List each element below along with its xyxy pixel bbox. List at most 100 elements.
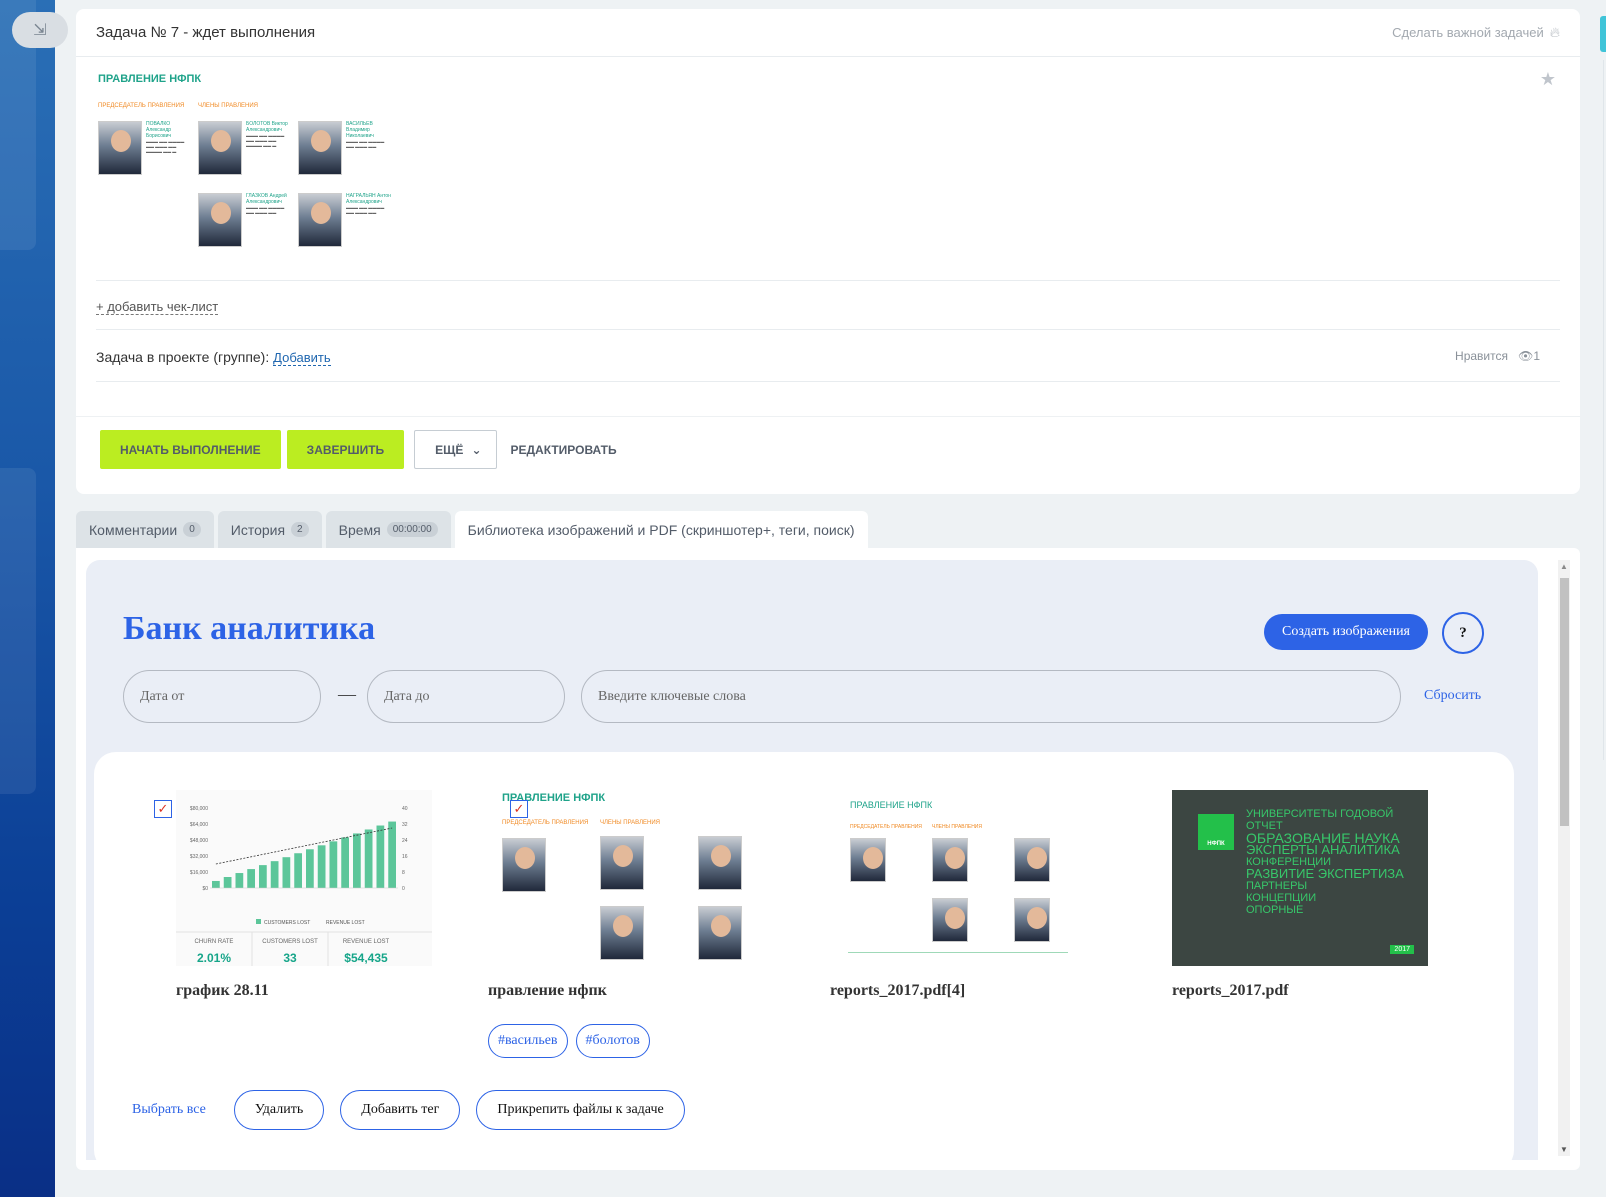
collapse-arrow-icon: ⇲ <box>33 22 47 39</box>
stat-label: REVENUE LOST <box>343 939 390 945</box>
left-sidebar <box>0 0 55 1197</box>
gallery-card[interactable]: ✓ $80,000 40 $64,000 32 $48,000 24 $32,000 16 $1… <box>154 790 432 1000</box>
checkmark-icon: ✓ <box>157 801 169 816</box>
task-description-image: ПРАВЛЕНИЕ НФПК ПРЕДСЕДАТЕЛЬ ПРАВЛЕНИЯ ЧЛ… <box>98 73 418 263</box>
start-task-button[interactable]: НАЧАТЬ ВЫПОЛНЕНИЕ <box>100 430 281 469</box>
person-name: БОЛОТОВ Виктор Александрович <box>246 121 288 133</box>
library-panel: Банк аналитика Создать изображения ? Дат… <box>76 548 1580 1170</box>
finish-task-button[interactable]: ЗАВЕРШИТЬ <box>286 430 405 469</box>
thumb-photo <box>600 836 644 890</box>
scroll-down-arrow-icon[interactable]: ▼ <box>1560 1145 1568 1154</box>
tab-image-library[interactable]: Библиотека изображений и PDF (скриншотер… <box>454 511 868 548</box>
divider <box>96 381 1560 382</box>
favorite-star-icon[interactable]: ★ <box>1540 69 1556 90</box>
task-title: Задача № 7 - ждет выполнения <box>96 24 316 41</box>
thumb-chairman-label: ПРЕДСЕДАТЕЛЬ ПРАВЛЕНИЯ <box>502 820 589 826</box>
more-button[interactable]: ЕЩЁ ⌄ <box>414 430 497 469</box>
thumb-chairman-label: ПРЕДСЕДАТЕЛЬ ПРАВЛЕНИЯ <box>850 824 922 830</box>
divider <box>76 416 1580 417</box>
gallery-card[interactable]: НФПК УНИВЕРСИТЕТЫ ГОДОВОЙ ОТЧЕТ ОБРАЗОВА… <box>1172 790 1428 1000</box>
chart-bar <box>306 849 314 888</box>
keywords-input[interactable]: Введите ключевые слова <box>581 670 1401 723</box>
tab-comments[interactable]: Комментарии 0 <box>76 511 214 548</box>
gallery-card[interactable]: ПРАВЛЕНИЕ НФПК ПРЕДСЕДАТЕЛЬ ПРАВЛЕНИЯ ЧЛ… <box>830 790 1086 1000</box>
task-card: Задача № 7 - ждет выполнения Сделать важ… <box>76 9 1580 494</box>
project-row: Задача в проекте (группе): Добавить <box>96 349 331 366</box>
gallery-card[interactable]: ✓ ПРАВЛЕНИЕ НФПК ПРЕДСЕДАТЕЛЬ ПРАВЛЕНИЯ … <box>488 790 744 1058</box>
edit-task-button[interactable]: РЕДАКТИРОВАТЬ <box>503 443 625 457</box>
reset-filter-link[interactable]: Сбросить <box>1424 688 1481 704</box>
y2-tick-label: 40 <box>402 806 408 812</box>
scrollbar-thumb[interactable] <box>1560 578 1569 826</box>
thumb-photo <box>698 836 742 890</box>
select-all-link[interactable]: Выбрать все <box>132 1102 206 1118</box>
thumb-photo <box>932 838 968 882</box>
divider <box>96 329 1560 330</box>
y2-tick-label: 16 <box>402 854 408 860</box>
date-separator: — <box>338 684 356 704</box>
attach-files-button[interactable]: Прикрепить файлы к задаче <box>476 1090 685 1130</box>
tab-counter: 2 <box>291 522 309 537</box>
scroll-up-arrow-icon[interactable]: ▲ <box>1560 562 1568 571</box>
thumb-members-label: ЧЛЕНЫ ПРАВЛЕНИЯ <box>600 820 661 826</box>
thumb-photo <box>1014 838 1050 882</box>
tab-time[interactable]: Время 00:00:00 <box>325 511 451 548</box>
chart-bar <box>223 877 232 888</box>
chart-bar <box>353 833 361 888</box>
tab-label: Время <box>338 521 381 538</box>
person-name: НАГРАЛЬЯН Антон Александрович <box>346 193 391 205</box>
help-button[interactable]: ? <box>1442 612 1484 654</box>
cover-word-cloud: УНИВЕРСИТЕТЫ ГОДОВОЙ ОТЧЕТ ОБРАЗОВАНИЕ Н… <box>1246 808 1426 916</box>
org-person: ГЛАЗКОВ Андрей Александрович ▬▬▬ ▬▬ ▬▬▬▬… <box>198 193 292 247</box>
library-scrollbar[interactable]: ▲ ▼ <box>1558 560 1570 1156</box>
tag-chip[interactable]: #васильев <box>488 1024 568 1058</box>
tab-history[interactable]: История 2 <box>217 511 322 548</box>
card-thumbnail[interactable]: ПРАВЛЕНИЕ НФПК ПРЕДСЕДАТЕЛЬ ПРАВЛЕНИЯ ЧЛ… <box>830 790 1086 966</box>
person-description: ▬▬▬ ▬▬ ▬▬▬▬ ▬▬ ▬▬▬ ▬▬ <box>346 139 385 149</box>
collapse-sidebar-button[interactable]: ⇲ <box>12 12 68 48</box>
create-images-button[interactable]: Создать изображения <box>1264 614 1428 650</box>
checkmark-icon: ✓ <box>513 801 525 816</box>
card-name: reports_2017.pdf[4] <box>830 982 966 999</box>
date-from-input[interactable]: Дата от <box>123 670 321 723</box>
churn-chart-thumbnail: $80,000 40 $64,000 32 $48,000 24 $32,000 16 $16,… <box>176 790 432 966</box>
cover-word: УНИВЕРСИТЕТЫ ГОДОВОЙ ОТЧЕТ <box>1246 808 1394 832</box>
person-photo <box>198 121 242 175</box>
stat-value: $54,435 <box>344 951 388 965</box>
chevron-down-icon: ⌄ <box>471 442 482 457</box>
delete-button[interactable]: Удалить <box>233 1090 325 1130</box>
tab-label: Библиотека изображений и PDF (скриншотер… <box>467 521 855 538</box>
y-tick-label: $0 <box>202 886 208 892</box>
date-to-input[interactable]: Дата до <box>367 670 565 723</box>
person-name: ВАСИЛЬЕВ Владимир Николаевич <box>346 121 374 139</box>
y2-tick-label: 8 <box>402 870 405 876</box>
chairman-label: ПРЕДСЕДАТЕЛЬ ПРАВЛЕНИЯ <box>98 103 185 109</box>
tab-counter: 00:00:00 <box>386 522 438 537</box>
org-person: ПОВАЛКО Александр Борисович ▬▬▬ ▬▬ ▬▬▬▬ ▬… <box>98 121 192 175</box>
task-tabs: Комментарии 0 История 2 Время 00:00:00 Б… <box>76 511 868 548</box>
gallery-actions: Выбрать все Удалить Добавить тег Прикреп… <box>132 1090 685 1130</box>
thumb-photo <box>502 838 546 892</box>
stat-value: 2.01% <box>197 951 231 965</box>
card-name: график 28.11 <box>176 982 269 999</box>
bank-analytics-frame: Банк аналитика Создать изображения ? Дат… <box>86 560 1538 1160</box>
y2-tick-label: 0 <box>402 886 405 892</box>
like-button[interactable]: Нравится <box>1455 349 1508 363</box>
make-important-link[interactable]: Сделать важной задачей 🔥︎ <box>1392 24 1560 41</box>
person-name: ГЛАЗКОВ Андрей Александрович <box>246 193 287 205</box>
card-thumbnail[interactable]: $80,000 40 $64,000 32 $48,000 24 $32,000 16 $16,… <box>176 790 432 966</box>
person-description: ▬▬▬ ▬▬ ▬▬▬▬ ▬▬ ▬▬▬ ▬▬ <box>346 205 385 215</box>
card-thumbnail[interactable]: НФПК УНИВЕРСИТЕТЫ ГОДОВОЙ ОТЧЕТ ОБРАЗОВА… <box>1172 790 1428 966</box>
y2-tick-label: 32 <box>402 822 408 828</box>
right-edge-accent <box>1600 16 1606 52</box>
card-checkbox[interactable]: ✓ <box>154 800 172 818</box>
tab-counter: 0 <box>183 522 201 537</box>
project-add-link[interactable]: Добавить <box>273 350 331 366</box>
add-checklist-link[interactable]: + добавить чек-лист <box>96 299 219 315</box>
tag-chip[interactable]: #болотов <box>575 1024 650 1058</box>
add-tag-button[interactable]: Добавить тег <box>340 1090 461 1130</box>
card-checkbox[interactable]: ✓ <box>510 800 528 818</box>
cover-year: 2017 <box>1390 945 1414 954</box>
chart-bar <box>282 857 291 888</box>
tab-label: История <box>230 521 286 538</box>
